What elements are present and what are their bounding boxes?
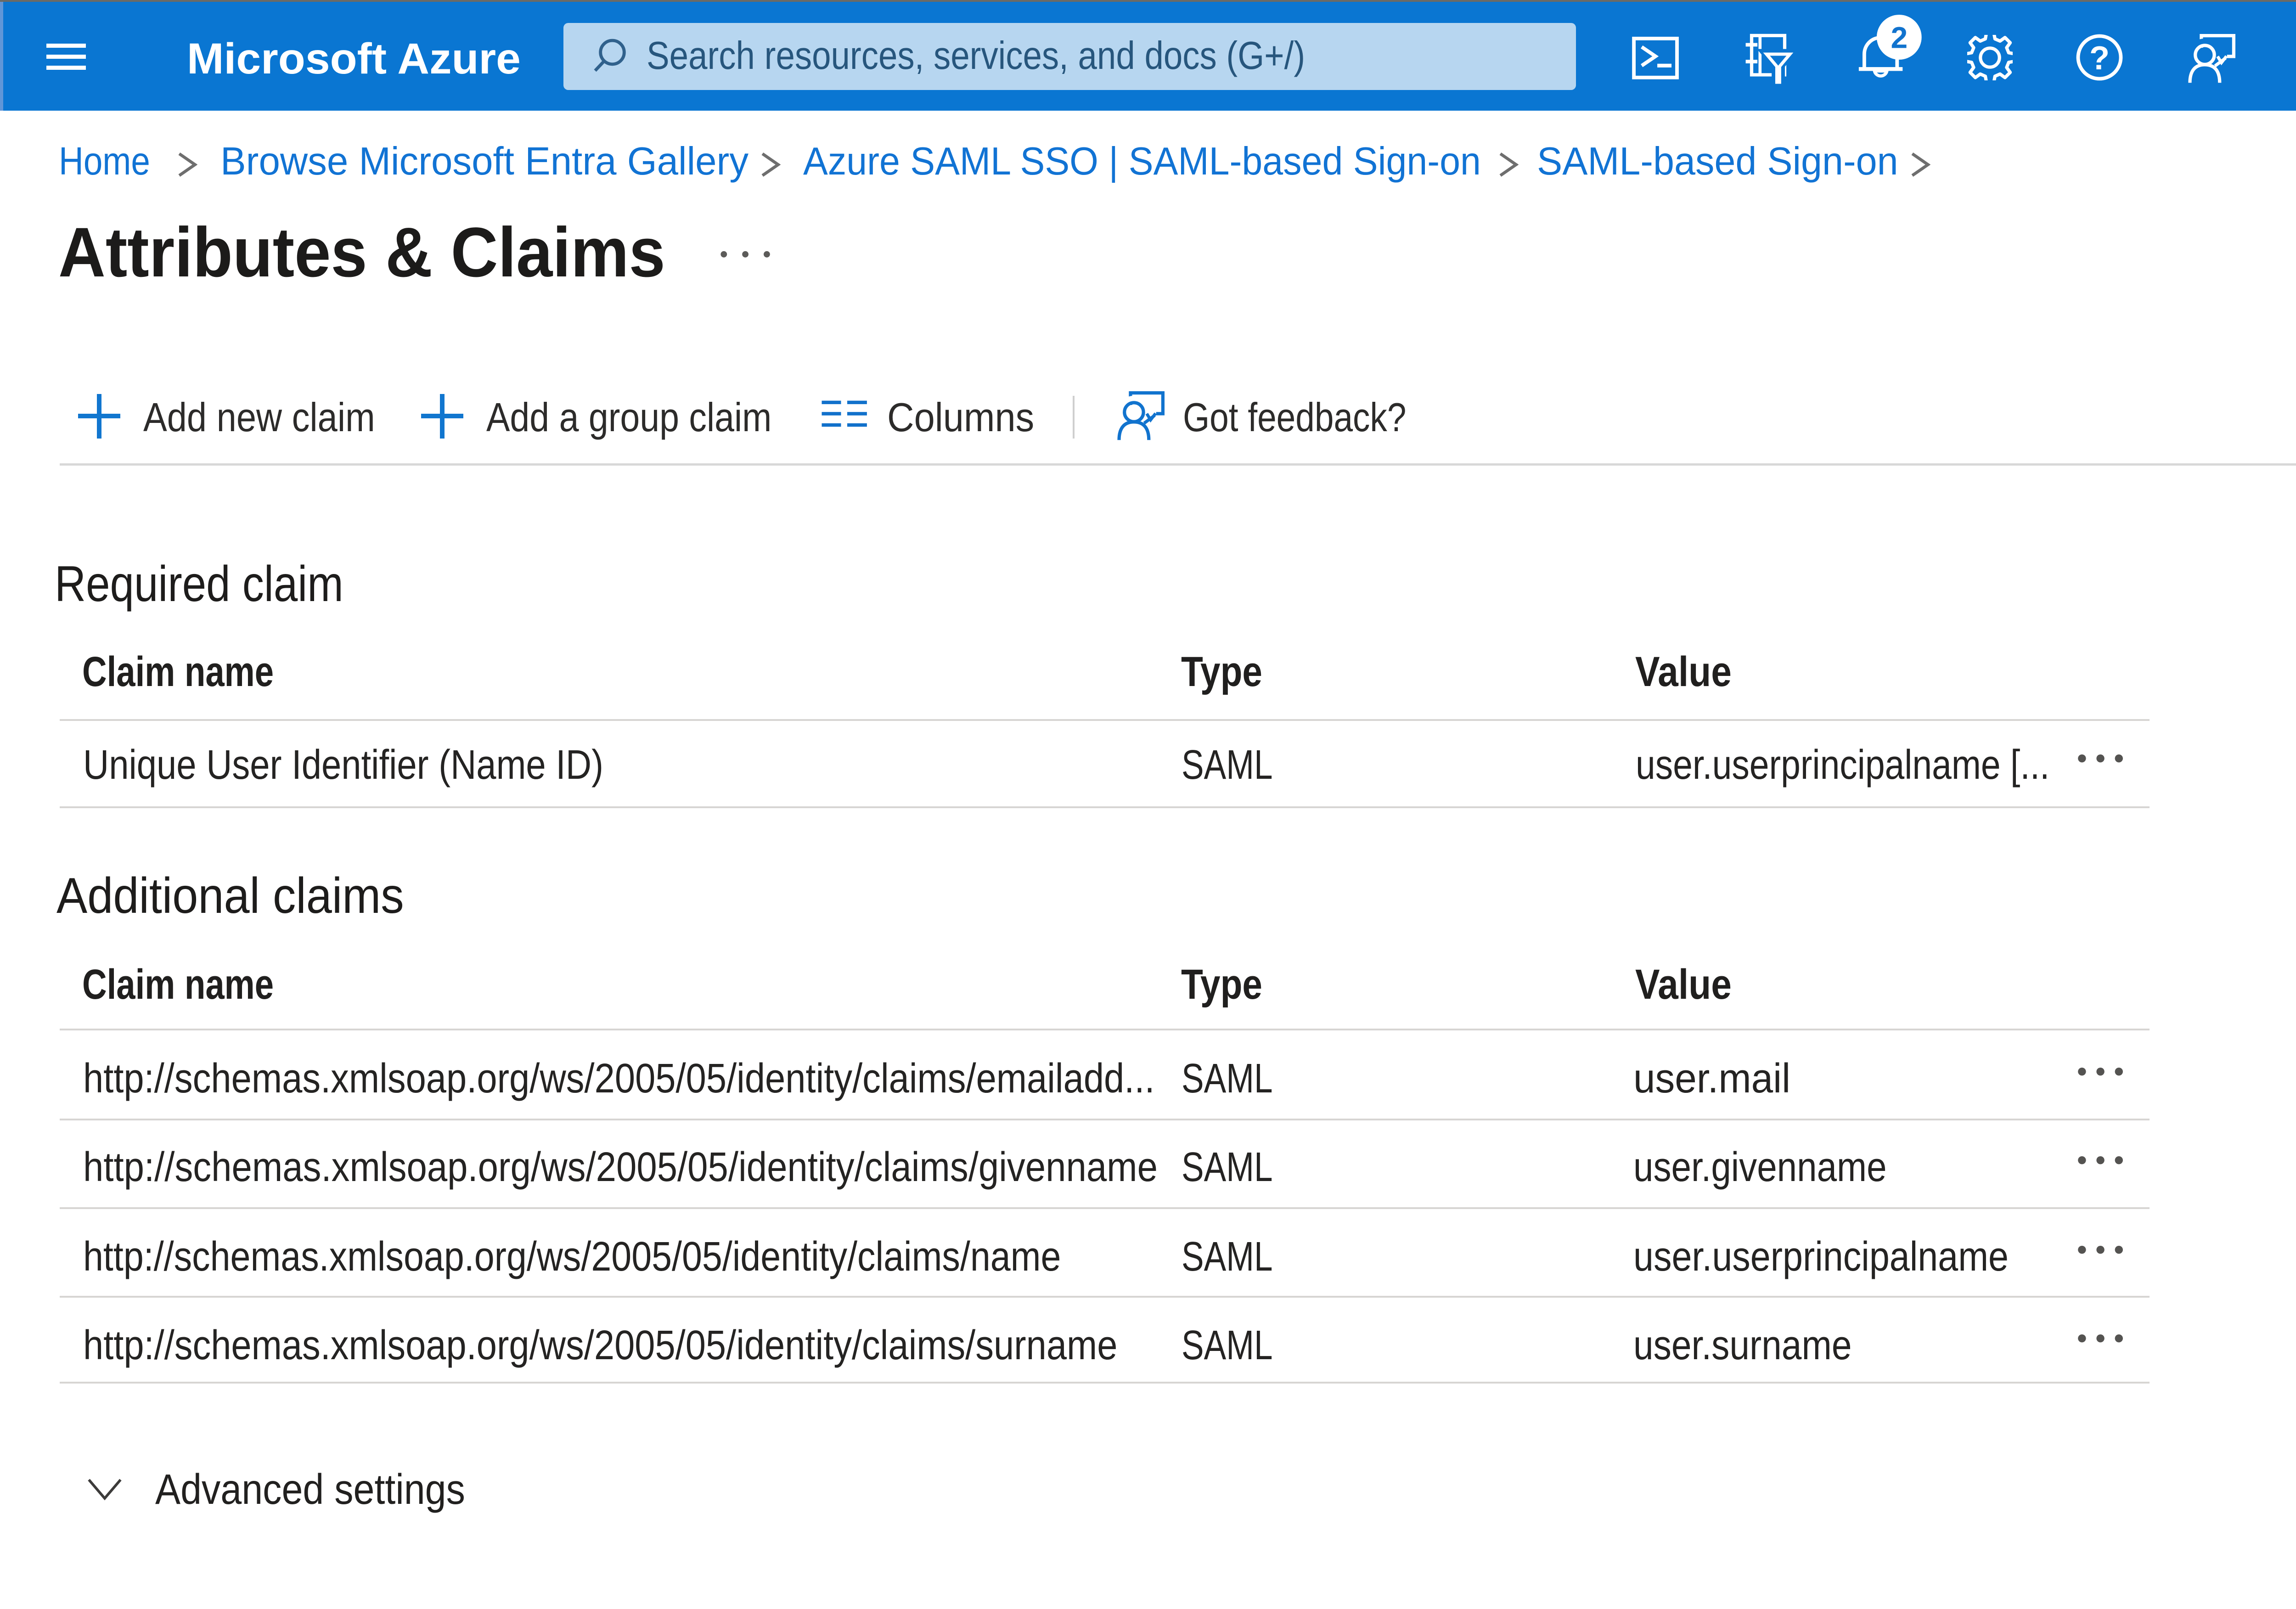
svg-text:2: 2 <box>1891 21 1908 55</box>
svg-text:?: ? <box>2089 40 2110 77</box>
